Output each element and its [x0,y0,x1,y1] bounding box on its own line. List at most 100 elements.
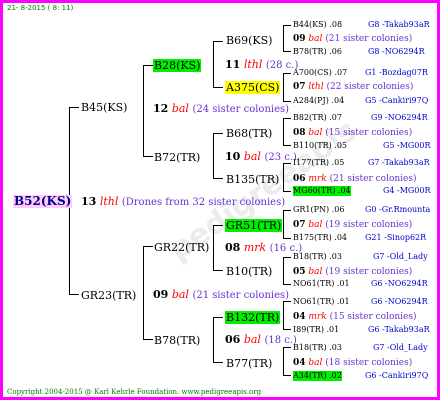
gen3-c1-queen[interactable]: GR51(TR) [225,219,283,232]
gen4-queen: B175(TR) [293,233,332,242]
gen1-top-queen[interactable]: B45(KS) [80,101,128,114]
gen4-row[interactable]: B78(TR) .06 [293,47,342,57]
gen3-b1-info: 08 bal (15 sister colonies) [293,128,412,138]
gen2-a-info: 11 lthl (28 c.) [225,59,298,72]
gen2-b-info: 10 bal (23 c.) [225,151,297,164]
gen2-c-year: 08 [225,241,241,254]
gen4-row[interactable]: I89(TR) .01 [293,325,339,335]
connector-line [213,41,214,88]
gen4-row[interactable]: GR1(PN) .06 [293,205,344,215]
gen4-row[interactable]: B175(TR) .04 [293,233,347,243]
gen4-breeder: G6 -Takab93aR [368,325,430,334]
gen3-b1-note: (15 sister colonies) [325,128,413,138]
gen4-row[interactable]: B44(KS) .08 [293,20,342,30]
gen2-d-race: bal [243,333,261,346]
connector-line [213,270,223,271]
gen4-queen: NO61(TR) [293,279,335,288]
gen2-b-queen[interactable]: B72(TR) [153,151,201,164]
gen4-breeder: G0 -Gr.Rmounta [365,205,431,214]
gen3-d2-queen[interactable]: B77(TR) [225,357,273,370]
gen4-queen: A700(CS) [293,68,332,77]
gen4-row[interactable]: I177(TR) .05 [293,158,344,168]
pedigree-frame: pedigreeapis 21- 8-2015 ( 8: 11) B52(KS)… [0,0,440,400]
connector-line [283,347,291,348]
gen4-queen: A34(TR) [293,371,327,380]
connector-line [283,257,291,258]
connector-line [69,294,79,295]
gen4-row[interactable]: A700(CS) .07 [293,68,347,78]
root-note: (Drones from 32 sister colonies) [121,197,286,208]
gen3-c2-info: 05 bal (19 sister colonies) [293,267,412,277]
connector-line [283,73,284,102]
gen3-b1-year: 08 [293,128,306,138]
connector-line [213,317,214,363]
gen4-breeder: G7 -Old_Lady [373,343,428,352]
gen4-year: .07 [334,68,348,77]
gen3-d1-year: 04 [293,312,306,322]
gen3-b2-info: 06 mrk (21 sister colonies) [293,174,417,184]
root-queen[interactable]: B52(KS) [13,195,73,208]
gen3-c1-note: (19 sister colonies) [325,220,413,230]
gen3-b2-queen[interactable]: B135(TR) [225,173,280,186]
gen3-c2-note: (19 sister colonies) [325,267,413,277]
gen4-breeder: G8 -NO6294R [368,47,425,56]
connector-line [283,51,291,52]
gen3-d1-queen[interactable]: B132(TR) [225,311,281,324]
gen4-queen: A284(PJ) [293,96,329,105]
gen4-row[interactable]: B18(TR) .03 [293,343,342,353]
gen4-row[interactable]: MG60(TR) .04 [293,186,351,196]
gen4-row[interactable]: A284(PJ) .04 [293,96,344,106]
gen4-queen: MG60(TR) [293,186,336,195]
gen4-breeder: G8 -Takab93aR [368,20,430,29]
gen1-bottom-queen[interactable]: GR23(TR) [80,289,137,302]
gen4-queen: GR1(PN) [293,205,330,214]
gen3-a1-queen[interactable]: B69(KS) [225,34,273,47]
connector-line [283,118,291,119]
gen4-row[interactable]: B110(TR) .05 [293,141,347,151]
connector-line [213,41,223,42]
gen4-year: .05 [334,141,348,150]
connector-line [283,101,291,102]
connector-line [283,191,291,192]
connector-line [213,225,214,271]
gen4-year: .04 [331,96,345,105]
connector-line [283,375,291,376]
gen4-year: .05 [331,158,345,167]
connector-line [143,246,153,247]
gen4-year: .01 [336,279,350,288]
gen3-d2-info: 04 bal (18 sister colonies) [293,358,412,368]
connector-line [213,362,223,363]
gen3-a2-queen[interactable]: A375(CS) [225,81,281,94]
gen4-queen: B82(TR) [293,113,327,122]
connector-line [283,210,291,211]
gen4-breeder: G1 -Bozdag07R [365,68,428,77]
connector-line [143,65,144,157]
connector-line [69,107,79,108]
gen1-top-note: (24 sister colonies) [192,104,290,115]
gen4-year: .02 [329,371,342,380]
gen2-d-info: 06 bal (18 c.) [225,334,297,347]
gen4-row[interactable]: B18(TR) .03 [293,252,342,262]
gen4-queen: B18(TR) [293,252,327,261]
gen4-queen: B78(TR) [293,47,327,56]
gen4-year: .08 [329,20,343,29]
gen1-bottom-race: bal [171,288,189,301]
gen3-c2-year: 05 [293,267,306,277]
gen3-c2-queen[interactable]: B10(TR) [225,265,273,278]
gen3-a2-race: lthl [308,82,324,92]
gen3-a2-info: 07 lthl (22 sister colonies) [293,82,413,92]
gen4-row[interactable]: NO61(TR) .01 [293,297,350,307]
gen2-c-queen[interactable]: GR22(TR) [153,241,210,254]
gen1-top-race: bal [171,102,189,115]
gen3-b1-queen[interactable]: B68(TR) [225,127,273,140]
gen4-year: .06 [331,205,345,214]
gen4-row[interactable]: A34(TR) .02 [293,371,342,381]
gen4-row[interactable]: NO61(TR) .01 [293,279,350,289]
gen3-b2-note: (21 sister colonies) [329,174,417,184]
connector-line [283,210,284,239]
gen4-year: .01 [336,297,350,306]
gen4-row[interactable]: B82(TR) .07 [293,113,342,123]
root-year: 13 [81,195,97,208]
gen2-a-queen[interactable]: B28(KS) [153,59,202,72]
gen2-d-queen[interactable]: B78(TR) [153,334,201,347]
